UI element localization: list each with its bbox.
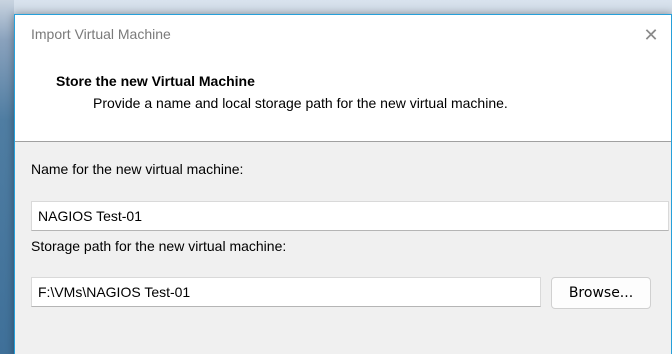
close-icon[interactable]: ✕ xyxy=(637,21,665,49)
wizard-header: Store the new Virtual Machine Provide a … xyxy=(15,55,671,142)
browse-button[interactable]: Browse... xyxy=(551,277,651,309)
background-window-edge xyxy=(0,0,14,354)
dialog-title: Import Virtual Machine xyxy=(31,26,171,42)
vm-name-field[interactable]: NAGIOS Test-01 xyxy=(31,201,669,231)
dialog-titlebar: Import Virtual Machine ✕ xyxy=(15,15,671,55)
storage-path-label: Storage path for the new virtual machine… xyxy=(31,238,287,254)
vm-name-label: Name for the new virtual machine: xyxy=(31,161,244,177)
import-vm-dialog: Import Virtual Machine ✕ Store the new V… xyxy=(14,14,672,354)
storage-path-field[interactable]: F:\VMs\NAGIOS Test-01 xyxy=(31,277,541,307)
header-subtitle: Provide a name and local storage path fo… xyxy=(93,95,508,111)
header-title: Store the new Virtual Machine xyxy=(56,73,255,89)
